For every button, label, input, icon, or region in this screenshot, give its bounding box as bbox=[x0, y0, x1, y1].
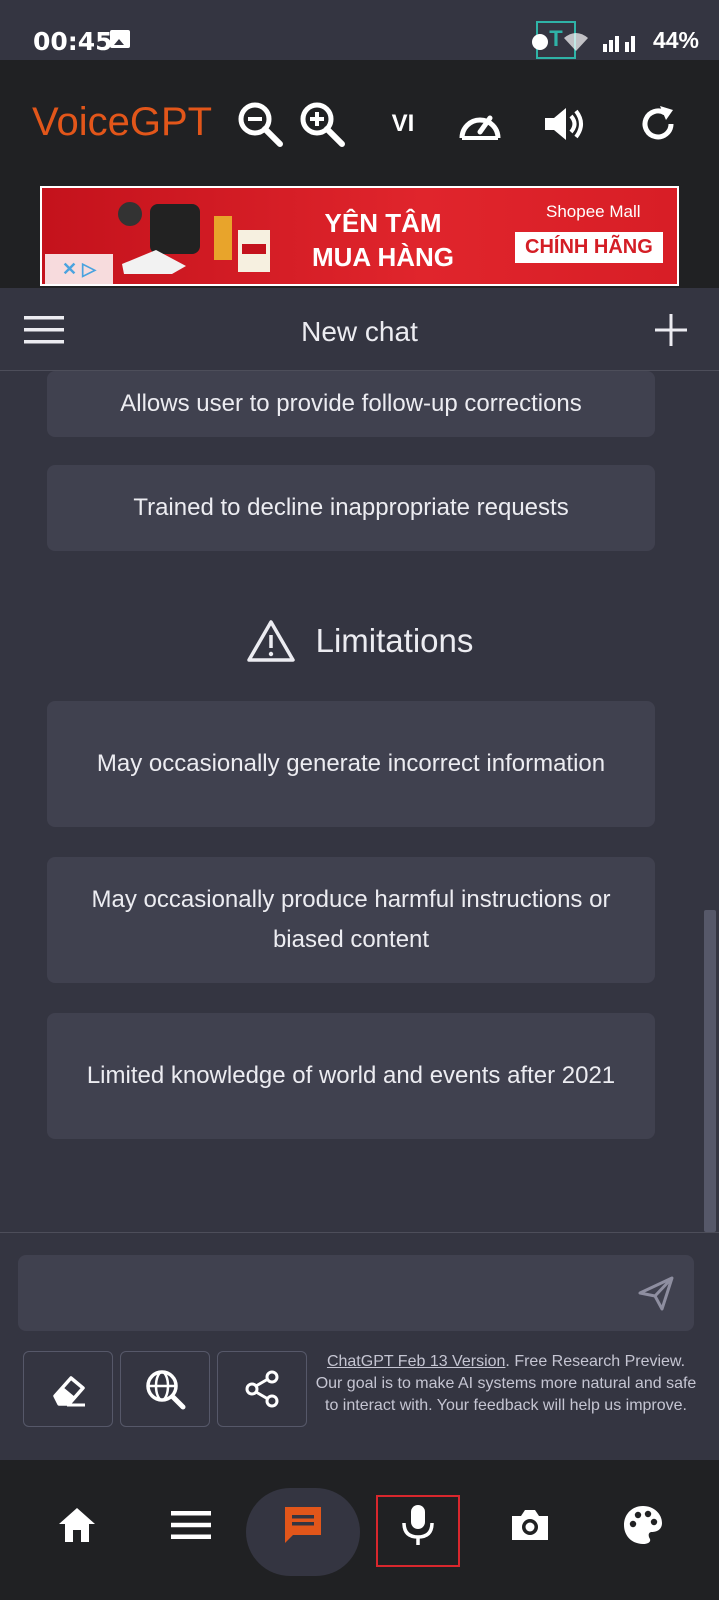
chat-title: New chat bbox=[301, 316, 418, 347]
palette-icon bbox=[624, 1506, 662, 1544]
volume-icon bbox=[545, 108, 583, 140]
clear-button[interactable] bbox=[23, 1351, 113, 1427]
nav-chat[interactable] bbox=[268, 1490, 338, 1560]
zoom-in-icon bbox=[300, 102, 345, 147]
limitations-header: Limitations bbox=[0, 619, 719, 663]
disclaimer-text: ChatGPT Feb 13 Version. Free Research Pr… bbox=[314, 1351, 698, 1417]
ad-container: YÊN TÂM MUA HÀNG Shopee Mall CHÍNH HÃNG … bbox=[0, 182, 719, 288]
capability-card[interactable]: Trained to decline inappropriate request… bbox=[47, 465, 655, 551]
volume-button[interactable] bbox=[536, 96, 592, 152]
zoom-out-button[interactable] bbox=[232, 96, 288, 152]
refresh-icon bbox=[642, 106, 674, 140]
nav-camera[interactable] bbox=[495, 1490, 565, 1560]
limitation-text: May occasionally produce harmful instruc… bbox=[91, 886, 611, 953]
limitation-text: May occasionally generate incorrect info… bbox=[96, 750, 606, 777]
zoom-out-icon bbox=[238, 102, 283, 147]
language-label: VI bbox=[391, 110, 415, 137]
eraser-icon bbox=[53, 1376, 85, 1407]
ad-headline-line1: YÊN TÂM bbox=[324, 208, 442, 238]
status-time: 00:45 bbox=[33, 27, 113, 56]
chat-header: New chat bbox=[0, 288, 719, 371]
new-chat-plus-icon[interactable] bbox=[653, 312, 689, 348]
warning-icon bbox=[246, 620, 295, 662]
capability-card[interactable]: Allows user to provide follow-up correct… bbox=[47, 371, 655, 437]
send-icon[interactable] bbox=[636, 1273, 676, 1313]
nav-theme[interactable] bbox=[608, 1490, 678, 1560]
chat-content[interactable]: Allows user to provide follow-up correct… bbox=[0, 371, 719, 1232]
alarm-icon bbox=[531, 33, 548, 50]
input-area: ChatGPT Feb 13 Version. Free Research Pr… bbox=[0, 1232, 719, 1461]
zoom-in-button[interactable] bbox=[294, 96, 350, 152]
capability-text: Allows user to provide follow-up correct… bbox=[120, 390, 582, 417]
microphone-icon bbox=[402, 1505, 434, 1545]
message-input[interactable] bbox=[18, 1255, 694, 1331]
menu-icon bbox=[171, 1511, 211, 1539]
nav-home[interactable] bbox=[42, 1490, 112, 1560]
limitation-card[interactable]: May occasionally generate incorrect info… bbox=[47, 701, 655, 827]
speed-button[interactable] bbox=[452, 96, 508, 152]
app-title: VoiceGPT bbox=[32, 100, 213, 144]
capability-text: Trained to decline inappropriate request… bbox=[133, 494, 569, 521]
limitation-card[interactable]: May occasionally produce harmful instruc… bbox=[47, 857, 655, 983]
limitation-card[interactable]: Limited knowledge of world and events af… bbox=[47, 1013, 655, 1139]
ad-badge: CHÍNH HÃNG bbox=[515, 232, 663, 263]
camera-icon bbox=[512, 1510, 548, 1540]
battery-level: 44% bbox=[652, 27, 699, 53]
ad-choices-icon[interactable]: ✕ ▷ bbox=[45, 254, 113, 284]
limitation-text: Limited knowledge of world and events af… bbox=[86, 1062, 616, 1089]
ad-headline-line2: MUA HÀNG bbox=[312, 242, 455, 272]
version-link[interactable]: ChatGPT Feb 13 Version bbox=[327, 1353, 505, 1370]
share-button[interactable] bbox=[217, 1351, 307, 1427]
ad-brand: Shopee Mall bbox=[546, 202, 641, 221]
search-web-button[interactable] bbox=[120, 1351, 210, 1427]
signal-icon bbox=[602, 35, 635, 52]
bottom-navigation bbox=[0, 1460, 719, 1600]
status-indicators: 44% bbox=[529, 27, 699, 54]
nav-menu[interactable] bbox=[156, 1490, 226, 1560]
ad-headline: YÊN TÂM MUA HÀNG bbox=[312, 206, 454, 274]
refresh-button[interactable] bbox=[630, 96, 686, 152]
nav-voice[interactable] bbox=[383, 1490, 453, 1560]
wifi-icon bbox=[563, 32, 588, 51]
share-icon bbox=[245, 1370, 279, 1408]
language-button[interactable]: VI bbox=[375, 96, 431, 152]
ad-banner[interactable]: YÊN TÂM MUA HÀNG Shopee Mall CHÍNH HÃNG … bbox=[40, 186, 679, 286]
limitations-title: Limitations bbox=[315, 622, 474, 659]
scrollbar-thumb[interactable] bbox=[704, 910, 716, 1232]
home-icon bbox=[59, 1508, 95, 1542]
status-bar: 00:45 T 44% bbox=[0, 0, 719, 60]
app-bar: VoiceGPT VI bbox=[0, 60, 719, 182]
ad-product-image bbox=[118, 202, 270, 274]
web-search-icon bbox=[146, 1370, 186, 1410]
chat-icon bbox=[285, 1507, 321, 1543]
speedometer-icon bbox=[459, 115, 501, 140]
gallery-notification-icon bbox=[110, 30, 130, 48]
